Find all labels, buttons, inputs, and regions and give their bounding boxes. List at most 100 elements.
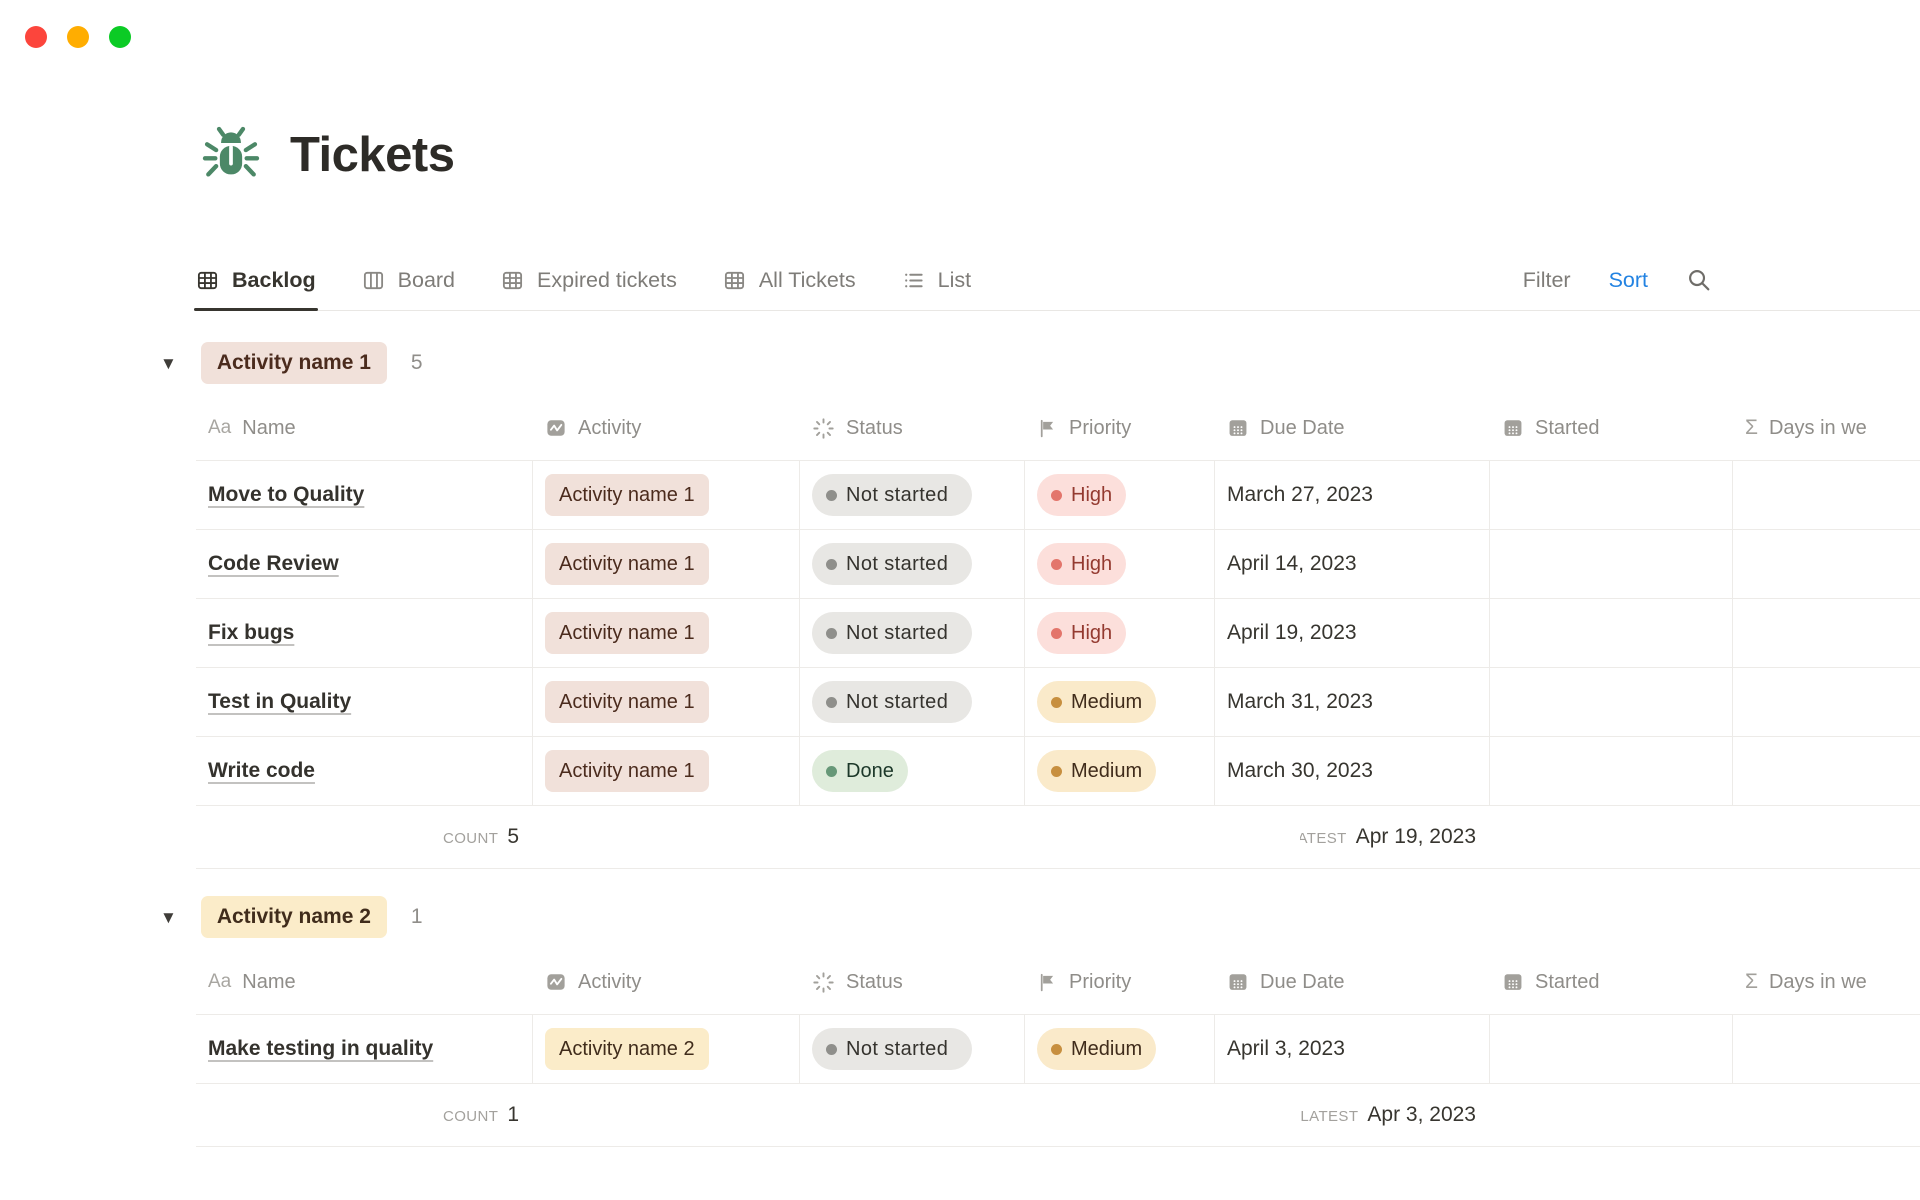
page-title[interactable]: Tickets bbox=[290, 127, 454, 183]
filter-button[interactable]: Filter bbox=[1523, 268, 1571, 293]
cell-started[interactable] bbox=[1490, 530, 1733, 598]
minimize-button[interactable] bbox=[67, 26, 89, 48]
column-header-due[interactable]: Due Date bbox=[1215, 971, 1490, 994]
close-button[interactable] bbox=[25, 26, 47, 48]
cell-activity[interactable]: Activity name 1 bbox=[533, 599, 800, 667]
tab-all-tickets[interactable]: All Tickets bbox=[723, 250, 856, 310]
cell-status[interactable]: Not started bbox=[800, 530, 1025, 598]
tab-backlog[interactable]: Backlog bbox=[196, 250, 316, 310]
summary-latest[interactable]: LATESTApr 19, 2023 bbox=[1215, 825, 1490, 849]
cell-status[interactable]: Not started bbox=[800, 461, 1025, 529]
column-header-started[interactable]: Started bbox=[1490, 417, 1733, 440]
summary-latest[interactable]: LATESTApr 3, 2023 bbox=[1215, 1103, 1490, 1127]
summary-count[interactable]: COUNT5 bbox=[196, 825, 533, 849]
cell-days-in-week[interactable] bbox=[1733, 1015, 1920, 1083]
status-tag: Not started bbox=[812, 612, 972, 654]
table-icon bbox=[501, 269, 524, 292]
cell-name[interactable]: Make testing in quality bbox=[196, 1015, 533, 1083]
zoom-button[interactable] bbox=[109, 26, 131, 48]
cell-activity[interactable]: Activity name 1 bbox=[533, 461, 800, 529]
cell-started[interactable] bbox=[1490, 1015, 1733, 1083]
cell-days-in-week[interactable] bbox=[1733, 599, 1920, 667]
view-tabs: Backlog Board Expired tickets All Tickets Li… bbox=[196, 250, 971, 310]
column-header-name[interactable]: AaName bbox=[196, 971, 533, 994]
cell-due-date[interactable]: April 3, 2023 bbox=[1215, 1015, 1490, 1083]
cell-days-in-week[interactable] bbox=[1733, 461, 1920, 529]
column-header-name[interactable]: AaName bbox=[196, 417, 533, 440]
cell-due-date[interactable]: March 30, 2023 bbox=[1215, 737, 1490, 805]
cell-priority[interactable]: High bbox=[1025, 461, 1215, 529]
cell-started[interactable] bbox=[1490, 461, 1733, 529]
cell-name[interactable]: Code Review bbox=[196, 530, 533, 598]
cell-due-date[interactable]: April 19, 2023 bbox=[1215, 599, 1490, 667]
cell-activity[interactable]: Activity name 2 bbox=[533, 1015, 800, 1083]
cell-started[interactable] bbox=[1490, 737, 1733, 805]
cell-status[interactable]: Done bbox=[800, 737, 1025, 805]
column-header-due[interactable]: Due Date bbox=[1215, 417, 1490, 440]
column-header-status[interactable]: Status bbox=[800, 417, 1025, 440]
column-header-days[interactable]: ΣDays in we bbox=[1733, 971, 1920, 994]
column-label: Started bbox=[1535, 417, 1599, 440]
column-header-activity[interactable]: Activity bbox=[533, 417, 800, 440]
calendar-icon bbox=[1227, 417, 1249, 439]
tab-list[interactable]: List bbox=[902, 250, 971, 310]
column-header-started[interactable]: Started bbox=[1490, 971, 1733, 994]
ticket-title-link[interactable]: Test in Quality bbox=[208, 690, 351, 714]
cell-priority[interactable]: High bbox=[1025, 530, 1215, 598]
column-header-priority[interactable]: Priority bbox=[1025, 971, 1215, 994]
ticket-title-link[interactable]: Move to Quality bbox=[208, 483, 364, 507]
cell-status[interactable]: Not started bbox=[800, 668, 1025, 736]
cell-status[interactable]: Not started bbox=[800, 599, 1025, 667]
tab-expired-tickets[interactable]: Expired tickets bbox=[501, 250, 677, 310]
tag-dot bbox=[1051, 766, 1062, 777]
group-count: 1 bbox=[411, 905, 423, 929]
column-header-priority[interactable]: Priority bbox=[1025, 417, 1215, 440]
cell-name[interactable]: Move to Quality bbox=[196, 461, 533, 529]
column-label: Activity bbox=[578, 417, 641, 440]
tag-dot bbox=[826, 559, 837, 570]
cell-activity[interactable]: Activity name 1 bbox=[533, 737, 800, 805]
status-tag: Not started bbox=[812, 474, 972, 516]
tab-label: Board bbox=[398, 268, 455, 293]
bug-icon[interactable] bbox=[198, 122, 264, 188]
board-icon bbox=[362, 269, 385, 292]
ticket-title-link[interactable]: Write code bbox=[208, 759, 315, 783]
cell-started[interactable] bbox=[1490, 668, 1733, 736]
cell-activity[interactable]: Activity name 1 bbox=[533, 530, 800, 598]
activity-tag: Activity name 1 bbox=[545, 681, 709, 723]
cell-due-date[interactable]: March 27, 2023 bbox=[1215, 461, 1490, 529]
cell-due-date[interactable]: March 31, 2023 bbox=[1215, 668, 1490, 736]
tag-label: Not started bbox=[846, 692, 948, 712]
group-name-tag[interactable]: Activity name 2 bbox=[201, 896, 387, 937]
summary-count[interactable]: COUNT1 bbox=[196, 1103, 533, 1127]
cell-name[interactable]: Test in Quality bbox=[196, 668, 533, 736]
cell-name[interactable]: Write code bbox=[196, 737, 533, 805]
cell-days-in-week[interactable] bbox=[1733, 737, 1920, 805]
cell-priority[interactable]: Medium bbox=[1025, 737, 1215, 805]
cell-priority[interactable]: Medium bbox=[1025, 668, 1215, 736]
cell-name[interactable]: Fix bugs bbox=[196, 599, 533, 667]
cell-days-in-week[interactable] bbox=[1733, 530, 1920, 598]
ticket-title-link[interactable]: Fix bugs bbox=[208, 621, 294, 645]
sort-button[interactable]: Sort bbox=[1609, 268, 1648, 293]
tab-board[interactable]: Board bbox=[362, 250, 455, 310]
cell-due-date[interactable]: April 14, 2023 bbox=[1215, 530, 1490, 598]
cell-priority[interactable]: High bbox=[1025, 599, 1215, 667]
group-collapse-toggle[interactable]: ▼ bbox=[160, 909, 177, 926]
summary-latest-label: LATEST bbox=[1300, 1108, 1358, 1125]
group-collapse-toggle[interactable]: ▼ bbox=[160, 355, 177, 372]
activity-tag: Activity name 1 bbox=[545, 750, 709, 792]
cell-days-in-week[interactable] bbox=[1733, 668, 1920, 736]
group-header: ▼ Activity name 2 1 bbox=[160, 890, 1920, 944]
column-header-activity[interactable]: Activity bbox=[533, 971, 800, 994]
group-name-tag[interactable]: Activity name 1 bbox=[201, 342, 387, 383]
cell-priority[interactable]: Medium bbox=[1025, 1015, 1215, 1083]
ticket-title-link[interactable]: Make testing in quality bbox=[208, 1037, 433, 1061]
column-header-status[interactable]: Status bbox=[800, 971, 1025, 994]
cell-activity[interactable]: Activity name 1 bbox=[533, 668, 800, 736]
cell-status[interactable]: Not started bbox=[800, 1015, 1025, 1083]
search-icon[interactable] bbox=[1686, 267, 1712, 293]
ticket-title-link[interactable]: Code Review bbox=[208, 552, 339, 576]
cell-started[interactable] bbox=[1490, 599, 1733, 667]
column-header-days[interactable]: ΣDays in we bbox=[1733, 417, 1920, 440]
